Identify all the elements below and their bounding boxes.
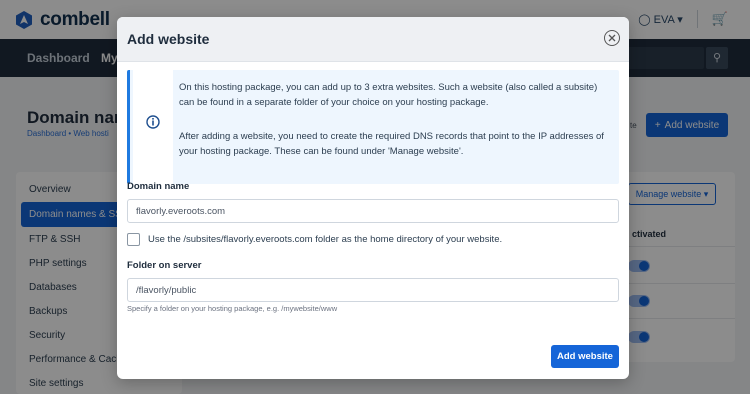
info-icon-area — [133, 70, 173, 184]
close-icon[interactable] — [604, 30, 620, 46]
home-directory-checkbox[interactable] — [127, 233, 140, 246]
folder-helper-text: Specify a folder on your hosting package… — [127, 304, 338, 313]
domain-name-label: Domain name — [127, 181, 190, 192]
add-website-button[interactable]: Add website — [551, 345, 619, 368]
domain-name-input[interactable] — [127, 199, 619, 223]
dialog-header: Add website — [117, 17, 629, 62]
folder-on-server-label: Folder on server — [127, 260, 202, 271]
info-text-dns-records: After adding a website, you need to crea… — [179, 131, 604, 157]
info-icon — [146, 115, 160, 129]
info-alert: On this hosting package, you can add up … — [127, 70, 619, 184]
dialog-title: Add website — [127, 31, 210, 47]
home-directory-label: Use the /subsites/flavorly.everoots.com … — [148, 234, 503, 245]
info-text-package-limit: On this hosting package, you can add up … — [179, 82, 598, 108]
folder-on-server-input[interactable] — [127, 278, 619, 302]
add-website-dialog: Add website On this hosting package, you… — [117, 17, 629, 379]
